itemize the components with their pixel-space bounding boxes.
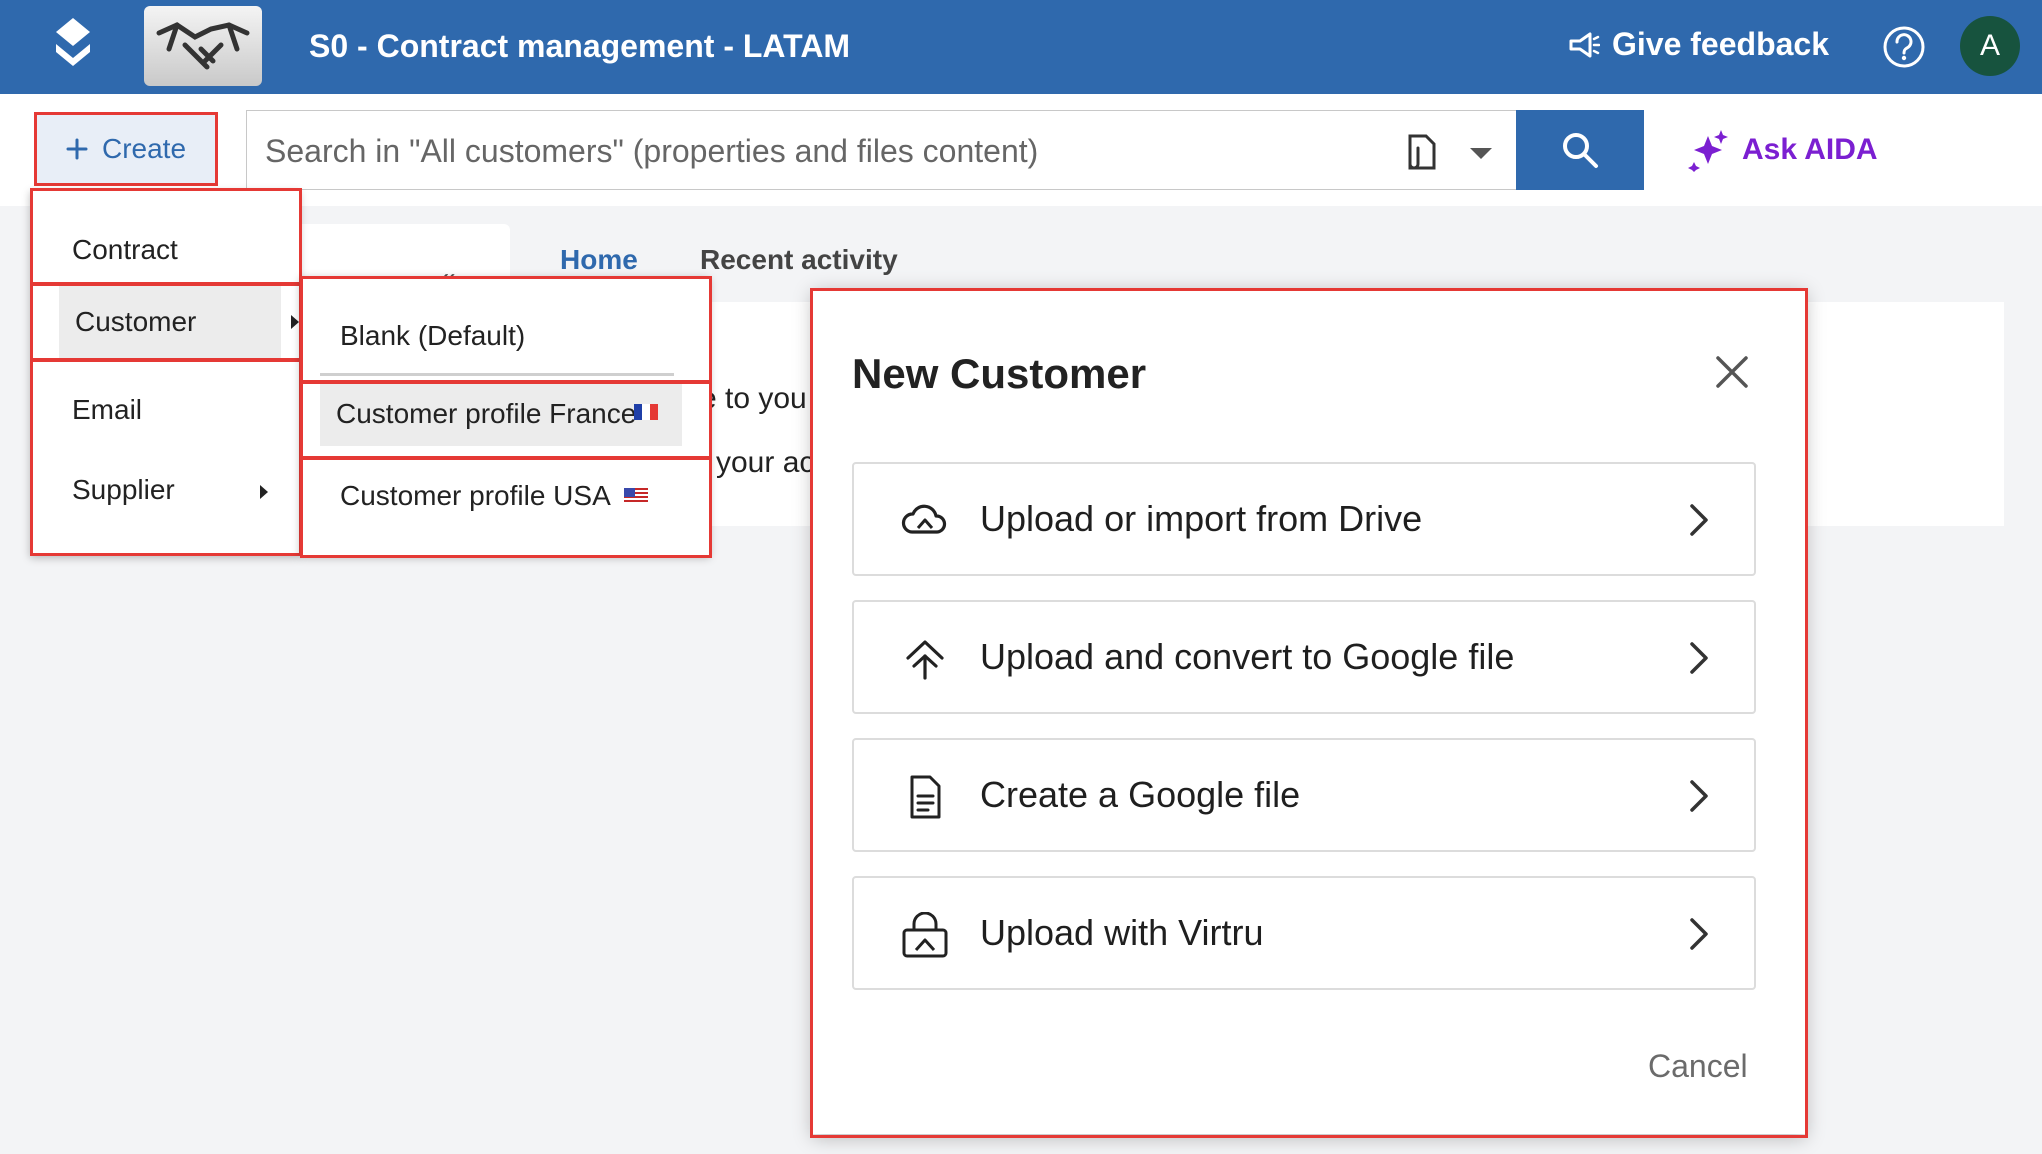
- search-button[interactable]: [1516, 110, 1644, 190]
- welcome-text-line-2: your ac: [716, 446, 815, 479]
- ask-aida-button[interactable]: Ask AIDA: [1688, 128, 1878, 172]
- user-avatar[interactable]: A: [1960, 16, 2020, 76]
- file-attachment-icon[interactable]: [1400, 130, 1440, 174]
- highlight-menu-contract: [30, 188, 302, 286]
- search-icon: [1563, 133, 1598, 168]
- app-title: S0 - Contract management - LATAM: [309, 28, 851, 64]
- chevron-right-icon: [1690, 642, 1708, 674]
- option-upload-virtru[interactable]: Upload with Virtru: [852, 876, 1756, 990]
- search-input[interactable]: Search in "All customers" (properties an…: [246, 110, 1516, 190]
- create-button[interactable]: Create: [34, 112, 218, 186]
- handshake-icon: [156, 22, 250, 70]
- tab-recent-activity[interactable]: Recent activity: [700, 244, 898, 276]
- close-icon[interactable]: [1712, 352, 1752, 392]
- document-icon: [910, 775, 941, 819]
- help-icon[interactable]: [1882, 25, 1926, 69]
- option-create-google-file[interactable]: Create a Google file: [852, 738, 1756, 852]
- option-label: Create a Google file: [980, 774, 1301, 815]
- sparkle-icon: [1688, 130, 1728, 172]
- highlight-menu-customer: [30, 282, 302, 362]
- chevron-right-icon: [1690, 504, 1708, 536]
- search-placeholder: Search in "All customers" (properties an…: [265, 133, 1039, 169]
- give-feedback-button[interactable]: Give feedback: [1568, 26, 1829, 63]
- megaphone-icon: [1569, 32, 1600, 57]
- feedback-label: Give feedback: [1612, 26, 1829, 62]
- top-bar: S0 - Contract management - LATAM Give fe…: [0, 0, 2042, 94]
- plus-icon: [66, 138, 88, 160]
- option-label: Upload or import from Drive: [980, 498, 1423, 539]
- highlight-menu-rest: [30, 358, 302, 556]
- upload-arrows-icon: [906, 640, 944, 680]
- workspace-thumbnail[interactable]: [144, 6, 262, 86]
- ask-aida-label: Ask AIDA: [1742, 133, 1878, 166]
- option-label: Upload with Virtru: [980, 912, 1264, 953]
- welcome-text-line-1: e to you: [700, 382, 807, 415]
- create-label: Create: [101, 133, 187, 164]
- cancel-button[interactable]: Cancel: [1648, 1048, 1748, 1085]
- highlight-submenu-usa: [300, 456, 712, 558]
- option-upload-import-drive[interactable]: Upload or import from Drive: [852, 462, 1756, 576]
- cloud-drive-icon: [901, 504, 947, 534]
- chevron-right-icon: [1690, 918, 1708, 950]
- virtru-lock-icon: [902, 912, 948, 958]
- search-scope-dropdown-icon[interactable]: [1470, 148, 1492, 159]
- option-upload-convert-google[interactable]: Upload and convert to Google file: [852, 600, 1756, 714]
- highlight-submenu-blank: [300, 276, 712, 384]
- highlight-submenu-france: [300, 380, 712, 460]
- dialog-title: New Customer: [852, 350, 1147, 397]
- tab-home[interactable]: Home: [560, 244, 638, 276]
- app-logo-icon[interactable]: [50, 18, 96, 74]
- chevron-right-icon: [1690, 780, 1708, 812]
- option-label: Upload and convert to Google file: [980, 636, 1515, 677]
